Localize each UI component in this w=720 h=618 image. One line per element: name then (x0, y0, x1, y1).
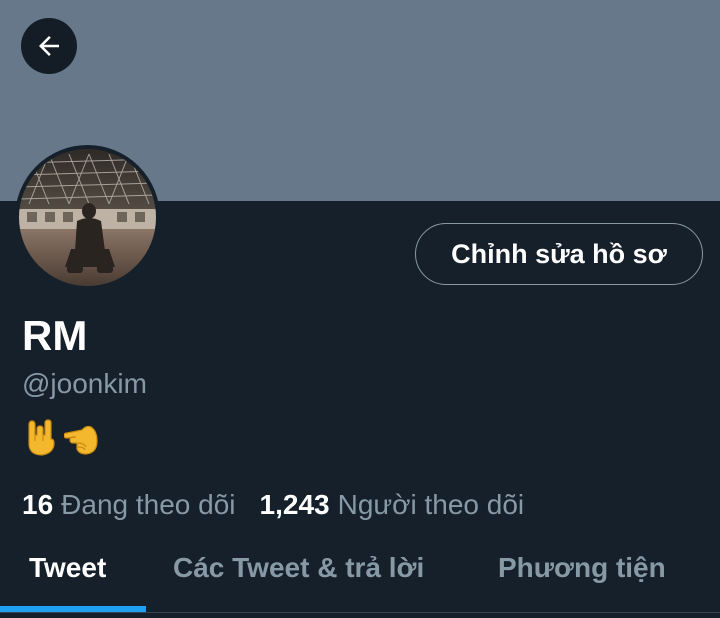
arrow-left-icon (34, 31, 64, 61)
tab-media[interactable]: Phương tiện (498, 552, 666, 584)
followers-label: Người theo dõi (337, 489, 525, 520)
tab-tweets[interactable]: Tweet (29, 552, 106, 584)
followers-link[interactable]: 1,243 Người theo dõi (260, 488, 525, 522)
avatar[interactable] (15, 145, 160, 290)
profile-tabs: Tweet Các Tweet & trả lời Phương tiện (0, 540, 720, 612)
follow-stats: 16 Đang theo dõi 1,243 Người theo dõi (22, 487, 524, 523)
following-link[interactable]: 16 Đang theo dõi (22, 488, 236, 522)
tabs-divider (0, 612, 720, 613)
edit-profile-button[interactable]: Chỉnh sửa hồ sơ (415, 223, 703, 285)
following-count: 16 (22, 489, 54, 520)
bio (24, 417, 100, 459)
user-handle: @joonkim (22, 368, 147, 399)
tab-tweets-and-replies[interactable]: Các Tweet & trả lời (173, 552, 424, 584)
following-label: Đang theo dõi (61, 489, 236, 520)
backhand-pointing-left-emoji-icon (64, 419, 100, 457)
followers-count: 1,243 (259, 489, 330, 520)
back-button[interactable] (21, 18, 77, 74)
display-name: RM (22, 312, 88, 359)
rock-on-hand-emoji-icon (24, 419, 58, 457)
profile-page: Chỉnh sửa hồ sơ RM @joonkim 16 Đang theo… (0, 0, 720, 618)
